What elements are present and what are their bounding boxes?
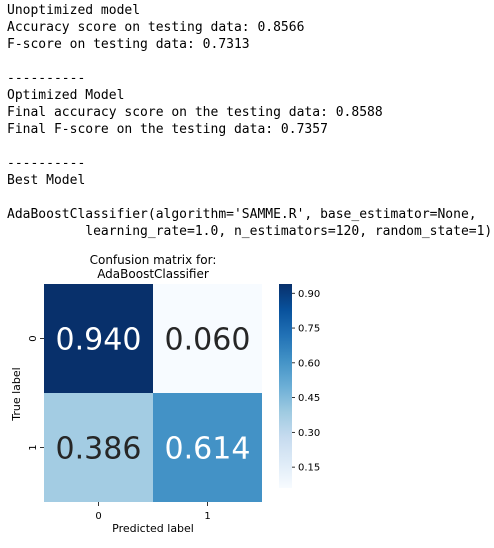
y-axis-ticks: 01 [28,335,44,451]
console-line: ---------- [7,71,86,86]
console-line: Final accuracy score on the testing data… [7,105,383,120]
x-tick-label: 1 [204,511,210,522]
y-tick-label: 0 [28,335,39,341]
console-line: Unoptimized model [7,3,141,18]
cell-value-label: 0.386 [56,432,142,467]
y-axis-label: True label [10,367,23,421]
console-line: ---------- [7,156,86,171]
cell-value-label: 0.614 [165,432,251,467]
console-line: F-score on testing data: 0.7313 [7,37,250,52]
x-axis-ticks: 01 [95,502,211,522]
colorbar-tick-label: 0.45 [298,393,320,404]
chart-title-line-1: Confusion matrix for: [90,253,217,267]
cell-value-label: 0.060 [165,323,251,358]
console-line: Accuracy score on testing data: 0.8566 [7,20,305,35]
console-output: Unoptimized model Accuracy score on testi… [7,2,492,240]
cell-value-label: 0.940 [56,323,142,358]
colorbar-tick-label: 0.75 [298,324,320,335]
console-line: AdaBoostClassifier(algorithm='SAMME.R', … [7,207,477,222]
colorbar [279,284,292,488]
confusion-matrix-chart: Confusion matrix for: AdaBoostClassifier… [10,253,320,535]
colorbar-tick-label: 0.60 [298,358,320,369]
console-line: Optimized Model [7,88,125,103]
colorbar-tick-label: 0.30 [298,428,320,439]
console-line: learning_rate=1.0, n_estimators=120, ran… [7,224,493,239]
y-tick-label: 1 [28,444,39,450]
x-axis-label: Predicted label [112,522,194,535]
heatmap-cells: 0.940 0.060 0.386 0.614 [44,284,262,502]
x-tick-label: 0 [95,511,101,522]
colorbar-tick-label: 0.90 [298,289,320,300]
console-line: Final F-score on the testing data: 0.735… [7,122,328,137]
console-line: Best Model [7,173,86,188]
colorbar-ticks: 0.90 0.75 0.60 0.45 0.30 0.15 [292,289,320,474]
chart-title-line-2: AdaBoostClassifier [97,267,209,281]
colorbar-tick-label: 0.15 [298,463,320,474]
